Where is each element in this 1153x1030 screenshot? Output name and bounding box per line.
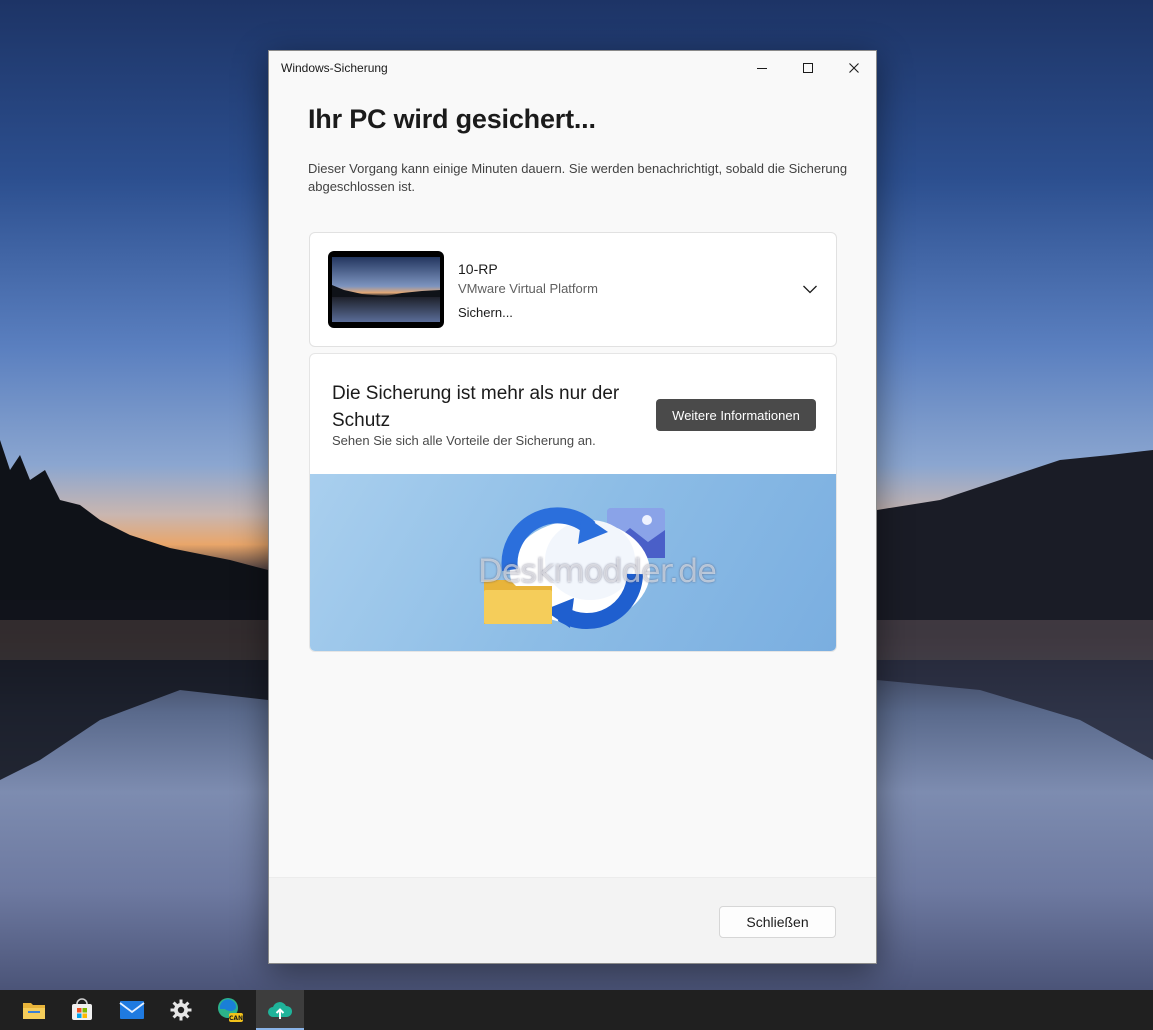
maximize-icon xyxy=(803,62,813,73)
backup-status: Sichern... xyxy=(458,305,513,320)
device-name: 10-RP xyxy=(458,261,498,277)
edge-canary-icon: CAN xyxy=(218,998,243,1022)
chevron-down-icon xyxy=(803,285,817,294)
window-title: Windows-Sicherung xyxy=(281,61,388,75)
taskbar-file-explorer[interactable] xyxy=(10,990,58,1030)
promo-subtitle: Sehen Sie sich alle Vorteile der Sicheru… xyxy=(332,433,596,448)
expand-device-button[interactable] xyxy=(796,277,824,301)
page-description: Dieser Vorgang kann einige Minuten dauer… xyxy=(308,161,848,194)
page-title: Ihr PC wird gesichert... xyxy=(308,104,596,134)
promo-illustration: Deskmodder.de xyxy=(310,474,836,651)
more-info-button[interactable]: Weitere Informationen xyxy=(656,399,816,431)
mail-icon xyxy=(119,1001,145,1019)
promo-card: Die Sicherung ist mehr als nur der Schut… xyxy=(309,353,837,652)
title-bar[interactable]: Windows-Sicherung xyxy=(269,51,876,84)
taskbar-windows-backup[interactable] xyxy=(256,990,304,1030)
taskbar: CAN xyxy=(0,990,1153,1030)
close-icon xyxy=(849,62,859,73)
minimize-button[interactable] xyxy=(739,51,785,84)
taskbar-mail[interactable] xyxy=(108,990,156,1030)
settings-gear-icon xyxy=(170,999,192,1021)
minimize-icon xyxy=(757,67,767,69)
store-icon xyxy=(72,998,92,1020)
taskbar-edge-canary[interactable]: CAN xyxy=(206,990,254,1030)
device-platform: VMware Virtual Platform xyxy=(458,281,598,296)
taskbar-store[interactable] xyxy=(58,990,106,1030)
maximize-button[interactable] xyxy=(785,51,831,84)
file-explorer-icon xyxy=(23,1003,45,1019)
device-thumbnail xyxy=(328,251,444,328)
device-card: 10-RP VMware Virtual Platform Sichern... xyxy=(309,232,837,347)
windows-backup-icon xyxy=(268,1002,293,1019)
promo-title: Die Sicherung ist mehr als nur der Schut… xyxy=(332,383,620,431)
edge-canary-badge: CAN xyxy=(229,1015,243,1022)
close-button[interactable]: Schließen xyxy=(719,906,836,938)
taskbar-settings[interactable] xyxy=(157,990,205,1030)
dialog-footer: Schließen xyxy=(269,877,876,963)
backup-window: Windows-Sicherung Ihr PC wird gesichert.… xyxy=(268,50,877,964)
close-window-button[interactable] xyxy=(831,51,877,84)
watermark-text: Deskmodder.de xyxy=(478,552,717,590)
